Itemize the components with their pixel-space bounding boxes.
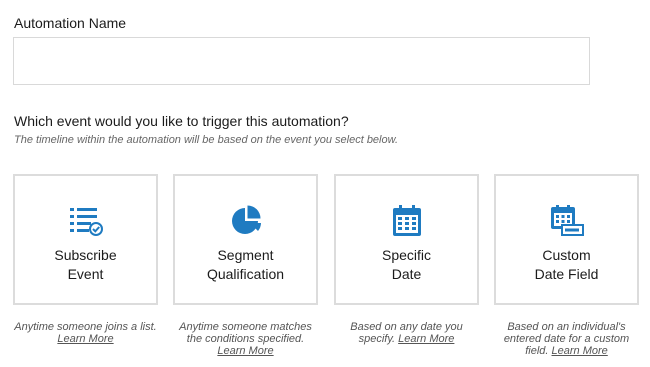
custom-date-field-card[interactable]: Custom Date Field bbox=[494, 174, 639, 305]
automation-name-input[interactable] bbox=[13, 37, 590, 85]
pie-chart-icon bbox=[229, 204, 263, 238]
subscribe-event-title: Subscribe Event bbox=[54, 247, 117, 282]
specific-date-learn-more-link[interactable]: Learn More bbox=[398, 333, 454, 345]
custom-date-field-description: Based on an individual's entered date fo… bbox=[503, 321, 630, 357]
custom-date-field-title: Custom Date Field bbox=[534, 247, 599, 282]
segment-qualification-learn-more-link[interactable]: Learn More bbox=[217, 345, 273, 357]
automation-name-label: Automation Name bbox=[14, 15, 127, 31]
calendar-icon bbox=[390, 204, 424, 238]
trigger-options: Subscribe Event Anytime someone joins a … bbox=[13, 174, 639, 357]
specific-date-card[interactable]: Specific Date bbox=[334, 174, 479, 305]
trigger-hint: The timeline within the automation will … bbox=[14, 134, 399, 146]
specific-date-title: Specific Date bbox=[381, 247, 432, 282]
subscribe-event-description: Anytime someone joins a list. Learn More bbox=[14, 321, 157, 345]
calendar-field-icon bbox=[550, 204, 584, 238]
subscribe-event-card[interactable]: Subscribe Event bbox=[13, 174, 158, 305]
checklist-icon bbox=[69, 204, 103, 238]
custom-date-field-learn-more-link[interactable]: Learn More bbox=[552, 345, 608, 357]
segment-qualification-title: Segment Qualification bbox=[206, 247, 285, 282]
specific-date-description: Based on any date you specify. Learn Mor… bbox=[350, 321, 463, 345]
trigger-question: Which event would you like to trigger th… bbox=[14, 113, 349, 129]
segment-qualification-description: Anytime someone matches the conditions s… bbox=[179, 321, 312, 357]
segment-qualification-card[interactable]: Segment Qualification bbox=[173, 174, 318, 305]
subscribe-event-learn-more-link[interactable]: Learn More bbox=[57, 333, 113, 345]
